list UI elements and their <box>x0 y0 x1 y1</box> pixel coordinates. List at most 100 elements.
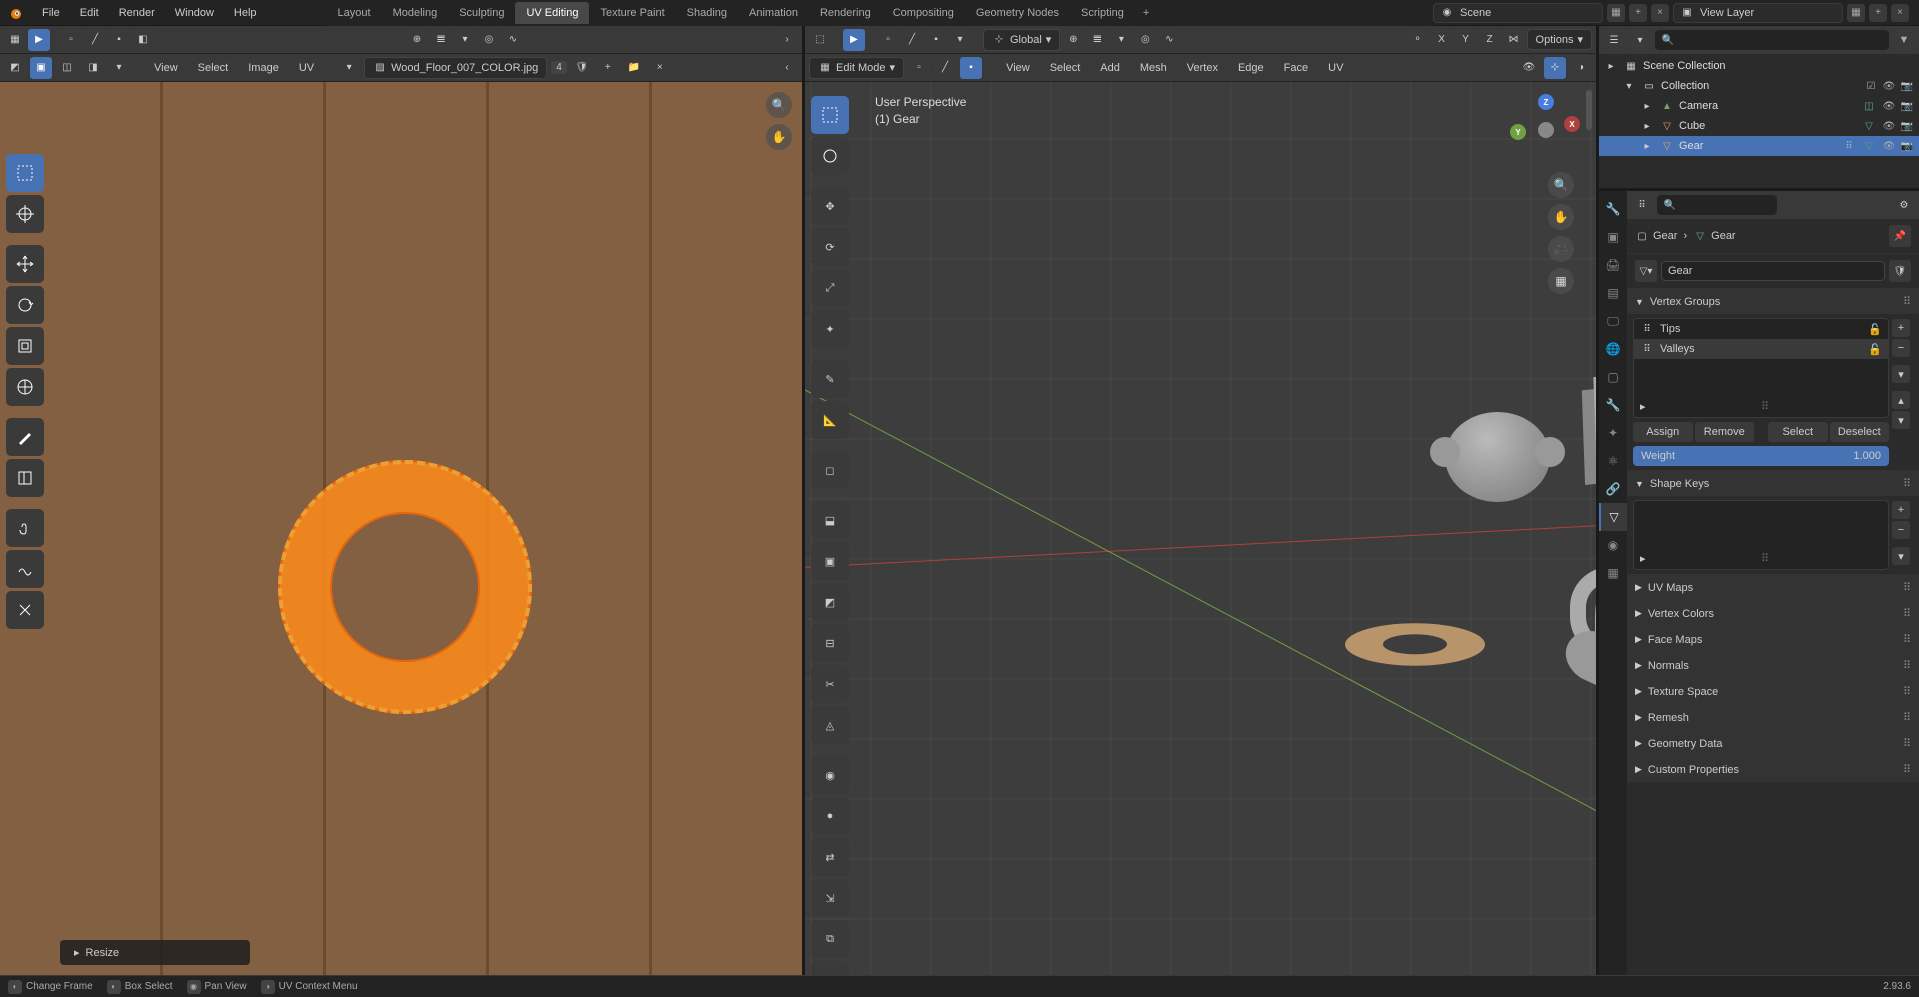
v3d-menu-select[interactable]: Select <box>1042 59 1089 77</box>
panel-header-collapsed[interactable]: ▶ Texture Space ⠿ <box>1627 679 1919 704</box>
tool-grab[interactable] <box>6 509 44 547</box>
image-new-button[interactable]: + <box>597 57 619 79</box>
scene-selector[interactable]: ◉ <box>1433 3 1603 23</box>
tool-select-box[interactable] <box>6 154 44 192</box>
render-icon[interactable]: 📷 <box>1899 98 1915 114</box>
tool-cursor[interactable] <box>6 195 44 233</box>
proptab-scene[interactable]: 🖵 <box>1599 307 1627 335</box>
uv-menu-image[interactable]: Image <box>240 59 287 77</box>
disclosure-icon[interactable]: ▸ <box>1639 118 1655 134</box>
list-item[interactable]: ⠿ Tips 🔓 <box>1634 319 1888 339</box>
v3d-menu-vertex[interactable]: Vertex <box>1179 59 1226 77</box>
proptab-render[interactable]: ▣ <box>1599 223 1627 251</box>
uv-select-sync-button[interactable]: ▶ <box>28 29 50 51</box>
tool3d-edge-slide[interactable]: ⇄ <box>811 838 849 876</box>
panel-menu-icon[interactable]: ⠿ <box>1903 763 1911 776</box>
panel-menu-icon[interactable]: ⠿ <box>1903 581 1911 594</box>
proptab-output[interactable]: 🖨 <box>1599 251 1627 279</box>
tab-texture-paint[interactable]: Texture Paint <box>589 2 675 24</box>
properties-options-button[interactable]: ⚙ <box>1893 194 1915 216</box>
v3d-sel-face-button[interactable]: ▪ <box>925 29 947 51</box>
panel-menu-icon[interactable]: ⠿ <box>1903 295 1911 308</box>
disclosure-icon[interactable]: ▸ <box>1639 138 1655 154</box>
tab-compositing[interactable]: Compositing <box>882 2 965 24</box>
tab-uv-editing[interactable]: UV Editing <box>515 2 589 24</box>
v3d-axis-x-button[interactable]: X <box>1431 29 1453 51</box>
tool3d-rotate[interactable]: ⟳ <box>811 228 849 266</box>
mesh-monkey[interactable] <box>1445 412 1550 502</box>
lock-icon[interactable]: 🔓 <box>1868 323 1882 336</box>
panel-menu-icon[interactable]: ⠿ <box>1903 737 1911 750</box>
properties-search[interactable]: 🔍 <box>1657 195 1777 215</box>
render-icon[interactable]: 📷 <box>1899 118 1915 134</box>
uv-pivot-button[interactable]: ⊕ <box>406 29 428 51</box>
panel-header-collapsed[interactable]: ▶ Geometry Data ⠿ <box>1627 731 1919 756</box>
tool3d-select[interactable] <box>811 96 849 134</box>
v3d-sel-extend-button[interactable]: ▾ <box>949 29 971 51</box>
v3d-sel-edge-button[interactable]: ╱ <box>901 29 923 51</box>
tool-relax[interactable] <box>6 550 44 588</box>
tool3d-scale[interactable]: ⤢ <box>811 269 849 307</box>
panel-header-vertex-groups[interactable]: ▼ Vertex Groups ⠿ <box>1627 289 1919 314</box>
outliner-display-mode-button[interactable]: ▾ <box>1629 29 1651 51</box>
list-move-down-button[interactable]: ▾ <box>1892 411 1910 429</box>
orientation-dropdown[interactable]: ⊹ Global ▾ <box>983 29 1060 51</box>
tool3d-bevel[interactable]: ◩ <box>811 583 849 621</box>
tool3d-loopcut[interactable]: ⊟ <box>811 624 849 662</box>
data-name-field[interactable]: Gear <box>1661 261 1885 281</box>
menu-render[interactable]: Render <box>109 3 165 23</box>
nav-camera-button[interactable]: 🎥 <box>1548 236 1574 262</box>
menu-file[interactable]: File <box>32 3 70 23</box>
uv-snap-button[interactable]: 𝌆 <box>430 29 452 51</box>
v3d-automerge-button[interactable]: ⋈ <box>1503 29 1525 51</box>
tool3d-smooth[interactable]: ● <box>811 797 849 835</box>
image-fake-user-button[interactable]: 🛡 <box>571 57 593 79</box>
disclosure-icon[interactable]: ▾ <box>1621 78 1637 94</box>
tool-rip[interactable] <box>6 459 44 497</box>
tool3d-spin[interactable]: ◉ <box>811 756 849 794</box>
scene-delete-button[interactable]: × <box>1651 4 1669 22</box>
tool-pinch[interactable] <box>6 591 44 629</box>
tab-geometry-nodes[interactable]: Geometry Nodes <box>965 2 1070 24</box>
panel-header-collapsed[interactable]: ▶ UV Maps ⠿ <box>1627 575 1919 600</box>
list-menu-icon[interactable]: ▸ <box>1640 400 1646 413</box>
viewlayer-selector[interactable]: ▣ <box>1673 3 1843 23</box>
tree-item-camera[interactable]: ▸ ▲ Camera ◫ 👁 📷 <box>1599 96 1919 116</box>
list-add-button[interactable]: + <box>1892 501 1910 519</box>
panel-header-collapsed[interactable]: ▶ Vertex Colors ⠿ <box>1627 601 1919 626</box>
render-icon[interactable]: 📷 <box>1899 78 1915 94</box>
outliner-search[interactable]: 🔍 <box>1655 30 1889 50</box>
v3d-options-dropdown[interactable]: Options ▾ <box>1527 29 1592 50</box>
eye-icon[interactable]: 👁 <box>1881 98 1897 114</box>
editor-type-3d-button[interactable]: ⬚ <box>809 29 831 51</box>
panel-header-collapsed[interactable]: ▶ Custom Properties ⠿ <box>1627 757 1919 782</box>
v3d-snap-target-button[interactable]: ▾ <box>1110 29 1132 51</box>
tree-item-gear[interactable]: ▸ ▽ Gear ⠿ ▽ 👁 📷 <box>1599 136 1919 156</box>
v3d-menu-face[interactable]: Face <box>1276 59 1316 77</box>
uv-region-toggle-right-button[interactable]: ‹ <box>776 57 798 79</box>
tab-sculpting[interactable]: Sculpting <box>448 2 515 24</box>
panel-header-shape-keys[interactable]: ▼ Shape Keys ⠿ <box>1627 471 1919 496</box>
lock-icon[interactable]: 🔓 <box>1868 343 1882 356</box>
list-item[interactable]: ⠿ Valleys 🔓 <box>1634 339 1888 359</box>
panel-menu-icon[interactable]: ⠿ <box>1903 633 1911 646</box>
uv-show-metadata-button[interactable]: ◫ <box>56 57 78 79</box>
proptab-tool[interactable]: 🔧 <box>1599 195 1627 223</box>
scene-new-button[interactable]: + <box>1629 4 1647 22</box>
list-add-button[interactable]: + <box>1892 319 1910 337</box>
eye-icon[interactable]: 👁 <box>1881 118 1897 134</box>
uv-menu-view[interactable]: View <box>146 59 186 77</box>
v3d-selmode-edge-button[interactable]: ╱ <box>934 57 956 79</box>
tab-rendering[interactable]: Rendering <box>809 2 882 24</box>
uv-proportional-button[interactable]: ◎ <box>478 29 500 51</box>
uv-show-modified-button[interactable]: ◨ <box>82 57 104 79</box>
proptab-material[interactable]: ◉ <box>1599 531 1627 559</box>
panel-menu-icon[interactable]: ⠿ <box>1903 711 1911 724</box>
proptab-world[interactable]: 🌐 <box>1599 335 1627 363</box>
tool-rotate[interactable] <box>6 286 44 324</box>
tool3d-shrink[interactable]: ⇲ <box>811 879 849 917</box>
outliner-filter-button[interactable]: ▼ <box>1893 29 1915 51</box>
crumb-object[interactable]: ▢ Gear <box>1635 229 1677 243</box>
proptab-data[interactable]: ▽ <box>1599 503 1627 531</box>
uv-pan-button[interactable]: ✋ <box>766 124 792 150</box>
